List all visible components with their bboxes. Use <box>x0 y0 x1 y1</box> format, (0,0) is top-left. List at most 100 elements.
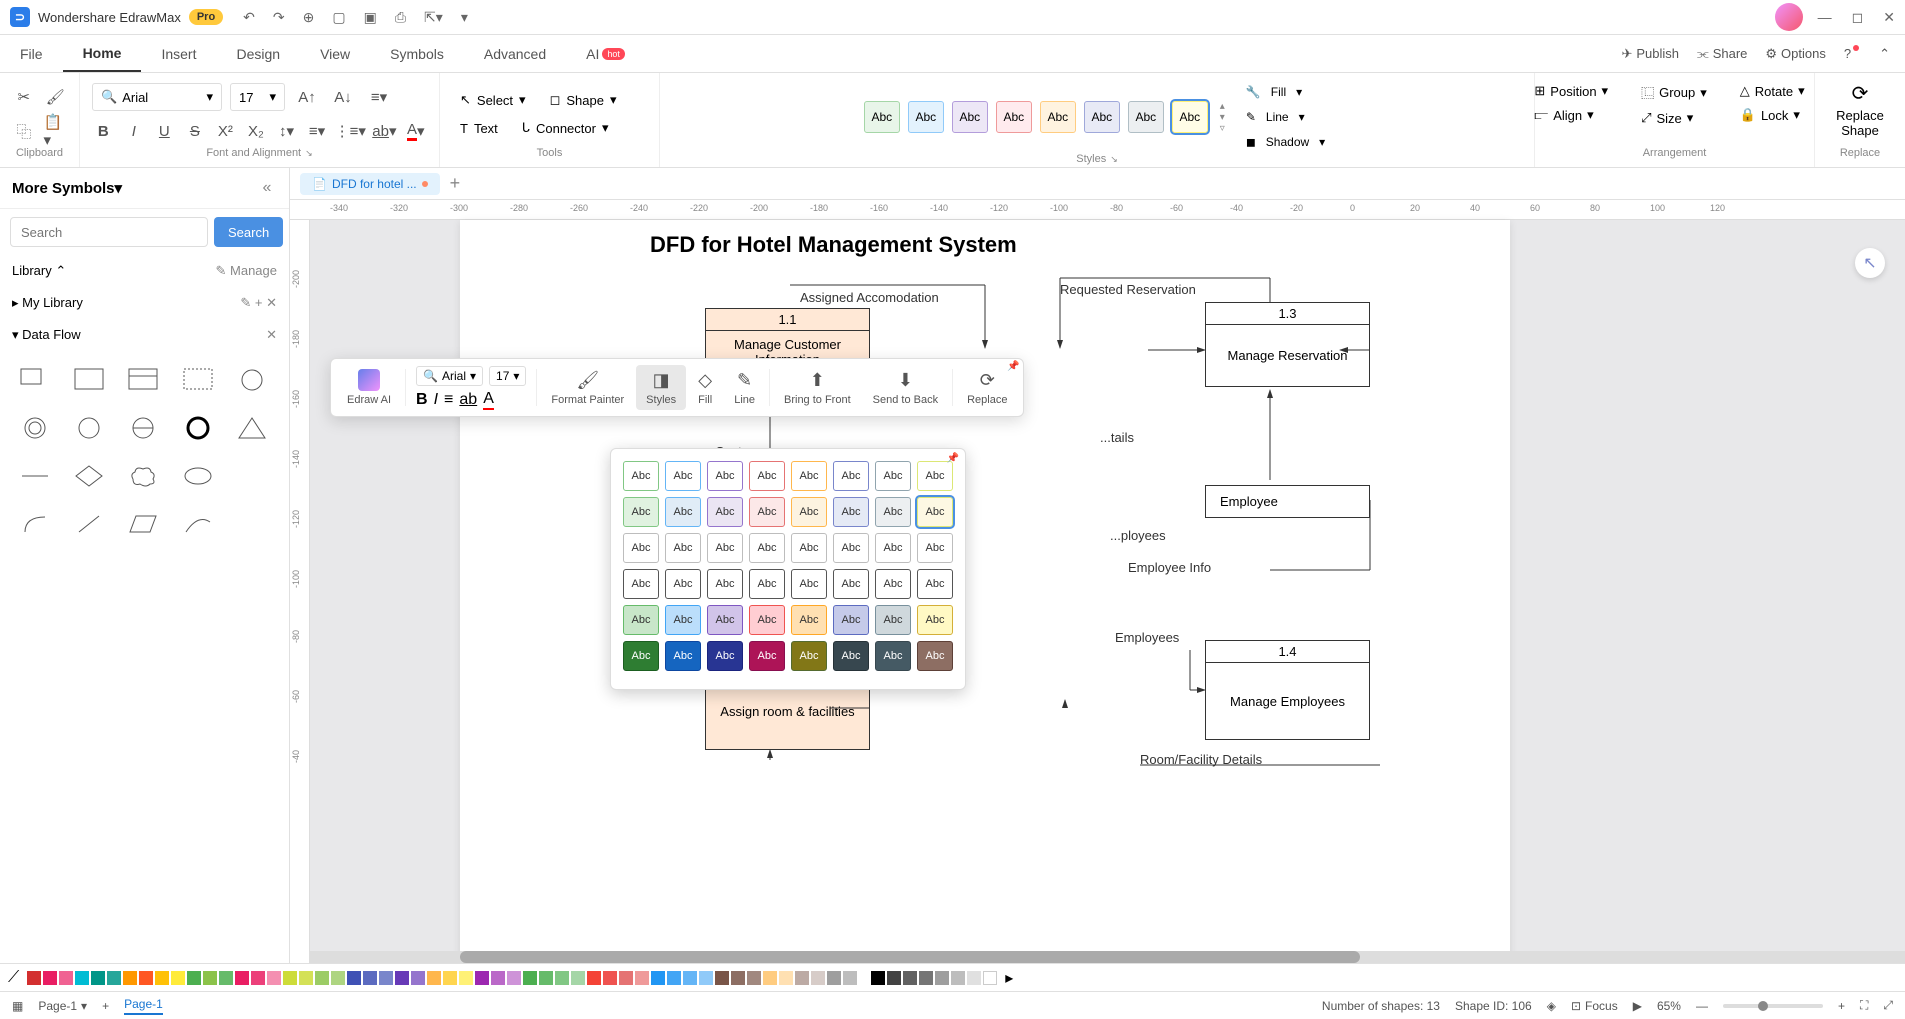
float-bring-front-button[interactable]: ⬆Bring to Front <box>774 365 861 410</box>
style-swatch-8[interactable]: Abc <box>1172 101 1208 133</box>
style-option[interactable]: Abc <box>917 569 953 599</box>
cut-button[interactable]: ✂ <box>12 83 36 111</box>
style-option[interactable]: Abc <box>875 497 911 527</box>
zoom-slider[interactable] <box>1723 1004 1823 1008</box>
float-bold-button[interactable]: B <box>416 391 428 409</box>
align-button[interactable]: ≡▾ <box>365 83 393 111</box>
options-button[interactable]: ⚙ Options <box>1765 46 1825 62</box>
shape-line[interactable] <box>14 457 56 495</box>
float-align-button[interactable]: ≡ <box>444 391 453 409</box>
maximize-button[interactable]: ◻ <box>1852 9 1864 26</box>
style-option[interactable]: Abc <box>917 461 953 491</box>
color-swatch[interactable] <box>443 971 457 985</box>
entity-employee[interactable]: Employee <box>1205 485 1370 518</box>
color-swatch[interactable] <box>651 971 665 985</box>
new-button[interactable]: ⊕ <box>303 9 315 26</box>
fullscreen-button[interactable]: ⤢ <box>1883 998 1893 1013</box>
publish-button[interactable]: ✈ Publish <box>1621 46 1679 62</box>
style-option[interactable]: Abc <box>623 641 659 671</box>
share-button[interactable]: ⫘ Share <box>1697 46 1747 62</box>
process-1-3[interactable]: 1.3 Manage Reservation <box>1205 302 1370 387</box>
style-option[interactable]: Abc <box>665 461 701 491</box>
color-swatch[interactable] <box>139 971 153 985</box>
style-option[interactable]: Abc <box>749 641 785 671</box>
style-option[interactable]: Abc <box>623 605 659 635</box>
style-option[interactable]: Abc <box>623 569 659 599</box>
color-swatch[interactable] <box>683 971 697 985</box>
color-swatch[interactable] <box>715 971 729 985</box>
color-swatch[interactable] <box>475 971 489 985</box>
print-button[interactable]: ⎙ <box>395 9 406 26</box>
shape-rect-dash[interactable] <box>177 361 219 399</box>
collapse-ribbon-button[interactable]: ⌃ <box>1879 46 1890 62</box>
highlight-button[interactable]: ab▾ <box>372 117 396 145</box>
shape-circle-bold[interactable] <box>177 409 219 447</box>
align-shapes-button[interactable]: ⫍ Align▾ <box>1530 105 1612 125</box>
style-option[interactable]: Abc <box>623 533 659 563</box>
gray-swatch[interactable] <box>951 971 965 985</box>
style-swatch-3[interactable]: Abc <box>952 101 988 133</box>
style-option[interactable]: Abc <box>749 605 785 635</box>
save-button[interactable]: ▣ <box>364 9 377 26</box>
paste-button[interactable]: 📋▾ <box>44 117 68 145</box>
style-option[interactable]: Abc <box>707 641 743 671</box>
bold-button[interactable]: B <box>92 117 115 145</box>
collapse-panel-button[interactable]: « <box>257 178 277 198</box>
layout-toggle-button[interactable]: ▦ <box>12 999 23 1013</box>
styles-down-button[interactable]: ▾ <box>1220 112 1225 123</box>
shape-rect[interactable] <box>68 361 110 399</box>
gray-swatch[interactable] <box>983 971 997 985</box>
float-fill-button[interactable]: ◇Fill <box>688 365 722 410</box>
tab-ai[interactable]: AIhot <box>566 35 645 72</box>
color-swatch[interactable] <box>555 971 569 985</box>
style-option[interactable]: Abc <box>917 533 953 563</box>
color-swatch[interactable] <box>795 971 809 985</box>
shape-circle2[interactable] <box>68 409 110 447</box>
style-option[interactable]: Abc <box>791 533 827 563</box>
line-button[interactable]: ✎ Line ▾ <box>1241 106 1330 128</box>
color-swatch[interactable] <box>491 971 505 985</box>
float-format-painter-button[interactable]: 🖌Format Painter <box>541 365 634 410</box>
color-swatch[interactable] <box>27 971 41 985</box>
shape-arc[interactable] <box>14 505 56 543</box>
color-swatch[interactable] <box>587 971 601 985</box>
shape-rect-tl[interactable] <box>14 361 56 399</box>
color-swatch[interactable] <box>203 971 217 985</box>
focus-button[interactable]: ⊡ Focus <box>1571 999 1618 1013</box>
line-spacing-button[interactable]: ≡▾ <box>306 117 329 145</box>
strike-button[interactable]: S <box>184 117 207 145</box>
color-swatch[interactable] <box>411 971 425 985</box>
color-swatch[interactable] <box>171 971 185 985</box>
style-option[interactable]: Abc <box>749 497 785 527</box>
style-option[interactable]: Abc <box>623 497 659 527</box>
color-swatch[interactable] <box>59 971 73 985</box>
superscript-button[interactable]: X² <box>214 117 237 145</box>
style-option[interactable]: Abc <box>665 497 701 527</box>
minimize-button[interactable]: — <box>1818 9 1832 26</box>
float-highlight-button[interactable]: ab <box>459 391 477 409</box>
color-swatch[interactable] <box>619 971 633 985</box>
style-option[interactable]: Abc <box>791 497 827 527</box>
float-send-back-button[interactable]: ⬇Send to Back <box>863 365 948 410</box>
color-swatch[interactable] <box>523 971 537 985</box>
color-swatch[interactable] <box>395 971 409 985</box>
color-swatch[interactable] <box>843 971 857 985</box>
bullets-button[interactable]: ⋮≡▾ <box>336 117 364 145</box>
symbol-search-input[interactable] <box>10 217 208 247</box>
shape-diagonal[interactable] <box>68 505 110 543</box>
color-swatch[interactable] <box>635 971 649 985</box>
color-swatch[interactable] <box>539 971 553 985</box>
connector-tool[interactable]: ᒐ Connector ▾ <box>514 117 617 139</box>
user-avatar-icon[interactable] <box>1775 3 1803 31</box>
color-swatch[interactable] <box>603 971 617 985</box>
color-swatch[interactable] <box>763 971 777 985</box>
style-option[interactable]: Abc <box>833 605 869 635</box>
edraw-ai-button[interactable]: Edraw AI <box>337 365 401 410</box>
style-option[interactable]: Abc <box>707 605 743 635</box>
color-swatch[interactable] <box>267 971 281 985</box>
scrollbar-h[interactable] <box>310 951 1905 963</box>
style-option[interactable]: Abc <box>917 605 953 635</box>
tab-home[interactable]: Home <box>63 35 142 72</box>
font-size-select[interactable]: 17▾ <box>230 83 285 111</box>
spacing-button[interactable]: ↕▾ <box>275 117 298 145</box>
